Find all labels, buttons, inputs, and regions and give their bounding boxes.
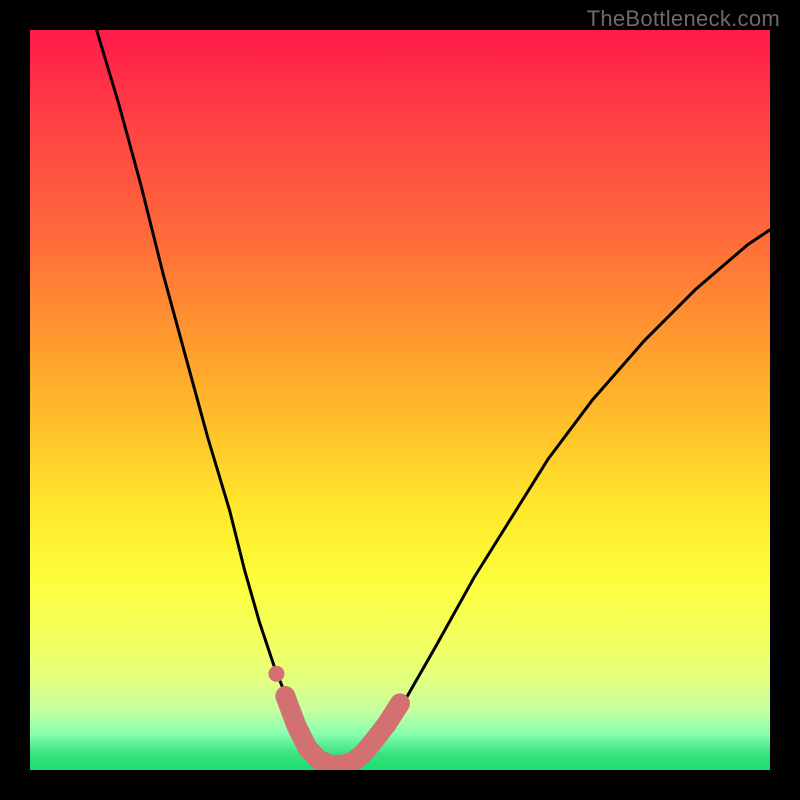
watermark-text: TheBottleneck.com — [587, 6, 780, 32]
highlight-markers — [268, 666, 400, 765]
chart-frame: TheBottleneck.com — [0, 0, 800, 800]
plot-area — [30, 30, 770, 770]
marker-dot — [268, 666, 284, 682]
marker-stroke — [285, 696, 400, 765]
chart-svg — [30, 30, 770, 770]
bottleneck-curve — [97, 30, 770, 766]
